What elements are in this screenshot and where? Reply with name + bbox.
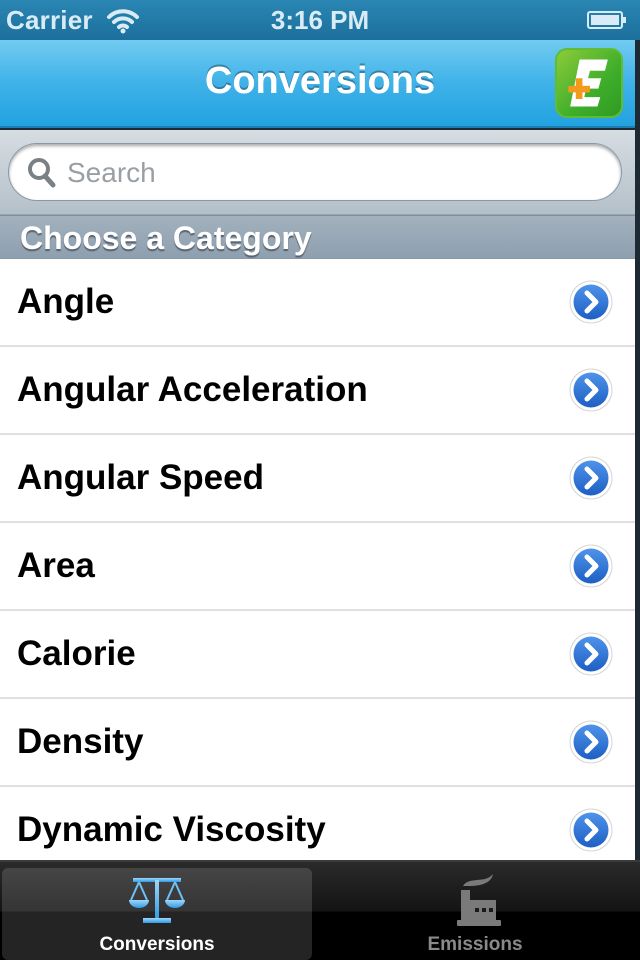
list-item[interactable]: Dynamic Viscosity xyxy=(0,787,635,860)
list-item-label: Angular Acceleration xyxy=(17,370,368,409)
status-bar: Carrier 3:16 PM xyxy=(0,0,640,40)
scroll-edge xyxy=(635,40,640,860)
tab-label: Conversions xyxy=(99,934,215,955)
navigation-bar: Conversions xyxy=(0,40,640,128)
list-item[interactable]: Angular Speed xyxy=(0,435,635,523)
section-header: Choose a Category xyxy=(0,215,635,259)
search-icon xyxy=(28,158,56,188)
tab-emissions[interactable]: Emissions xyxy=(320,868,630,960)
list-item[interactable]: Angle xyxy=(0,259,635,347)
tab-bar: Conversions Emissions xyxy=(0,860,640,960)
tab-conversions[interactable]: Conversions xyxy=(2,868,312,960)
list-item[interactable]: Area xyxy=(0,523,635,611)
clock: 3:16 PM xyxy=(270,5,370,35)
search-placeholder: Search xyxy=(67,157,156,188)
list-item[interactable]: Density xyxy=(0,699,635,787)
chevron-right-icon[interactable] xyxy=(568,807,614,853)
list-item-label: Dynamic Viscosity xyxy=(17,810,326,849)
list-item-label: Angular Speed xyxy=(17,458,264,497)
list-item[interactable]: Calorie xyxy=(0,611,635,699)
page-title: Conversions xyxy=(204,60,436,102)
list-item-label: Angle xyxy=(17,282,115,321)
chevron-right-icon[interactable] xyxy=(568,719,614,765)
search-input[interactable]: Search xyxy=(8,143,622,201)
chevron-right-icon[interactable] xyxy=(568,367,614,413)
list-item-label: Area xyxy=(17,546,95,585)
category-list[interactable]: Angle Angular Acceleration Angular Speed… xyxy=(0,259,635,860)
chevron-right-icon[interactable] xyxy=(568,543,614,589)
scales-icon xyxy=(129,878,185,923)
app-logo-e-plus-icon xyxy=(568,59,608,107)
battery-icon xyxy=(587,11,626,29)
chevron-right-icon[interactable] xyxy=(568,631,614,677)
search-bar: Search xyxy=(0,130,640,215)
tab-label: Emissions xyxy=(427,934,523,955)
factory-icon xyxy=(457,874,501,926)
list-item[interactable]: Angular Acceleration xyxy=(0,347,635,435)
section-header-label: Choose a Category xyxy=(20,220,312,256)
chevron-right-icon[interactable] xyxy=(568,455,614,501)
list-item-label: Calorie xyxy=(17,634,136,673)
chevron-right-icon[interactable] xyxy=(568,279,614,325)
list-item-label: Density xyxy=(17,722,144,761)
app-logo-button[interactable] xyxy=(555,48,623,118)
